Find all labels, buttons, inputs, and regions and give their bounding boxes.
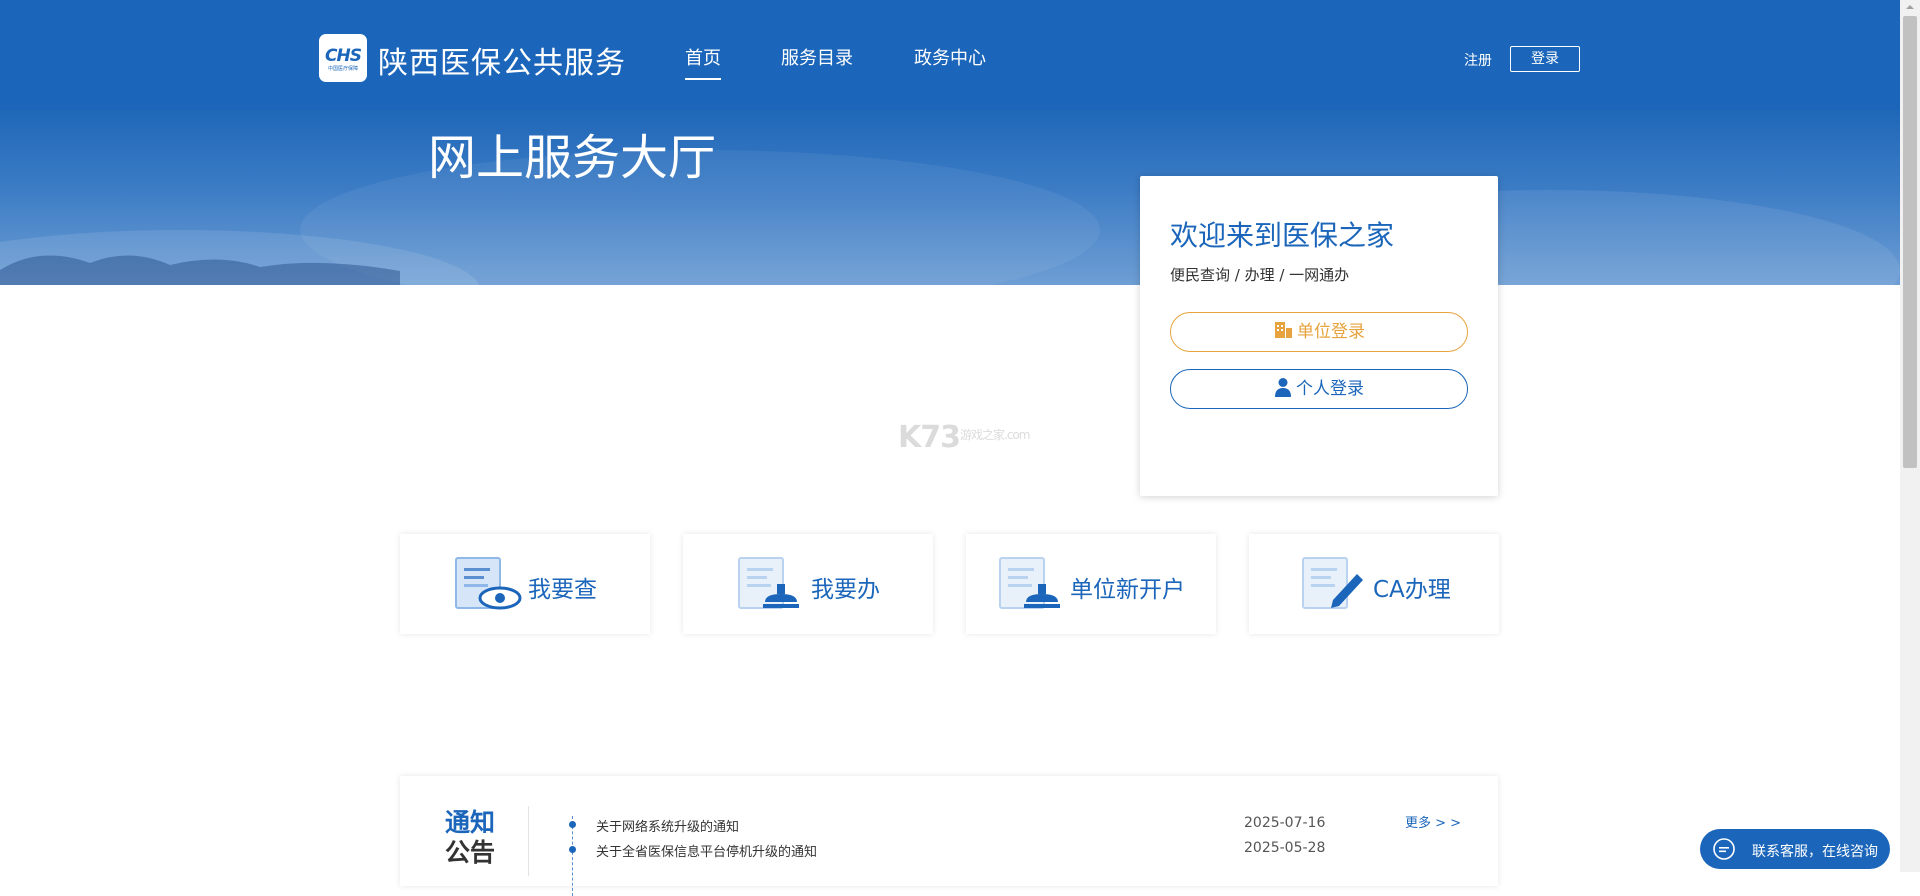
mountain-silhouette: [0, 255, 400, 285]
timeline-dot: [569, 846, 576, 853]
notice-item-link[interactable]: 关于全省医保信息平台停机升级的通知: [596, 841, 817, 860]
hero-banner: [0, 110, 1900, 285]
chat-bubble-icon: [1713, 838, 1735, 860]
person-login-label: 个人登录: [1296, 379, 1364, 399]
notice-heading-line2: 公告: [444, 838, 495, 867]
watermark-text: K73: [898, 420, 961, 455]
chat-label: 联系客服，在线咨询: [1752, 844, 1878, 860]
notice-item-date: 2025-07-16: [1244, 815, 1326, 831]
service-tile-ca[interactable]: CA办理: [1249, 534, 1499, 634]
service-tile-label: 单位新开户: [1070, 577, 1185, 603]
login-card: 欢迎来到医保之家 便民查询 / 办理 / 一网通办 单位登录 个人登录: [1140, 176, 1498, 496]
stamp-document-icon: [738, 557, 799, 609]
logo-subtext: 中国医疗保障: [327, 66, 358, 72]
notice-item-link[interactable]: 关于网络系统升级的通知: [596, 816, 739, 835]
service-tile-label: 我要办: [811, 577, 880, 603]
card-title: 欢迎来到医保之家: [1170, 219, 1395, 252]
unit-login-button[interactable]: 单位登录: [1170, 312, 1468, 352]
notice-divider: [528, 806, 529, 876]
stamp-document-icon: [999, 557, 1060, 609]
person-login-button[interactable]: 个人登录: [1170, 369, 1468, 409]
watermark-logo: K73游戏之家.com: [898, 420, 1030, 455]
banner-title: 网上服务大厅: [428, 130, 717, 186]
watermark-sub: 游戏之家.com: [960, 428, 1030, 442]
scrollbar-thumb[interactable]: [1903, 16, 1917, 468]
nav-service-directory[interactable]: 服务目录: [781, 44, 853, 70]
unit-login-label: 单位登录: [1297, 322, 1365, 342]
service-tile-handle[interactable]: 我要办: [683, 534, 933, 634]
notice-heading: 通知 公告: [442, 808, 498, 868]
card-subtitle: 便民查询 / 办理 / 一网通办: [1170, 266, 1350, 284]
customer-service-chat-button[interactable]: 联系客服，在线咨询: [1700, 829, 1890, 869]
notice-panel: 通知 公告 关于网络系统升级的通知 2025-07-16 关于全省医保信息平台停…: [400, 776, 1498, 896]
search-document-icon: [455, 557, 522, 610]
pen-document-icon: [1302, 557, 1363, 609]
login-button[interactable]: 登录: [1510, 46, 1580, 72]
notice-more-link[interactable]: 更多 > >: [1405, 812, 1461, 831]
nav-home[interactable]: 首页: [685, 44, 721, 80]
nav-government-center[interactable]: 政务中心: [914, 44, 986, 70]
user-icon: [1275, 378, 1291, 397]
timeline-dot: [569, 821, 576, 828]
top-navigation-bar: CHS 中国医疗保障 陕西医保公共服务 首页 服务目录 政务中心 注册 登录: [0, 0, 1900, 110]
notice-heading-line1: 通知: [444, 808, 495, 837]
notice-item-date: 2025-05-28: [1244, 840, 1326, 856]
service-tile-label: 我要查: [528, 577, 597, 603]
logo-mark: CHS: [325, 46, 362, 66]
service-tile-query[interactable]: 我要查: [400, 534, 650, 634]
service-tile-new-account[interactable]: 单位新开户: [966, 534, 1216, 634]
building-icon: [1275, 322, 1292, 338]
register-link[interactable]: 注册: [1464, 50, 1492, 70]
chs-logo[interactable]: CHS 中国医疗保障: [319, 34, 367, 82]
scroll-up-icon[interactable]: [1903, 0, 1917, 14]
page-scrollbar[interactable]: [1900, 0, 1920, 872]
service-tile-label: CA办理: [1373, 577, 1451, 603]
site-title[interactable]: 陕西医保公共服务: [378, 38, 626, 82]
timeline-line: [572, 816, 573, 896]
